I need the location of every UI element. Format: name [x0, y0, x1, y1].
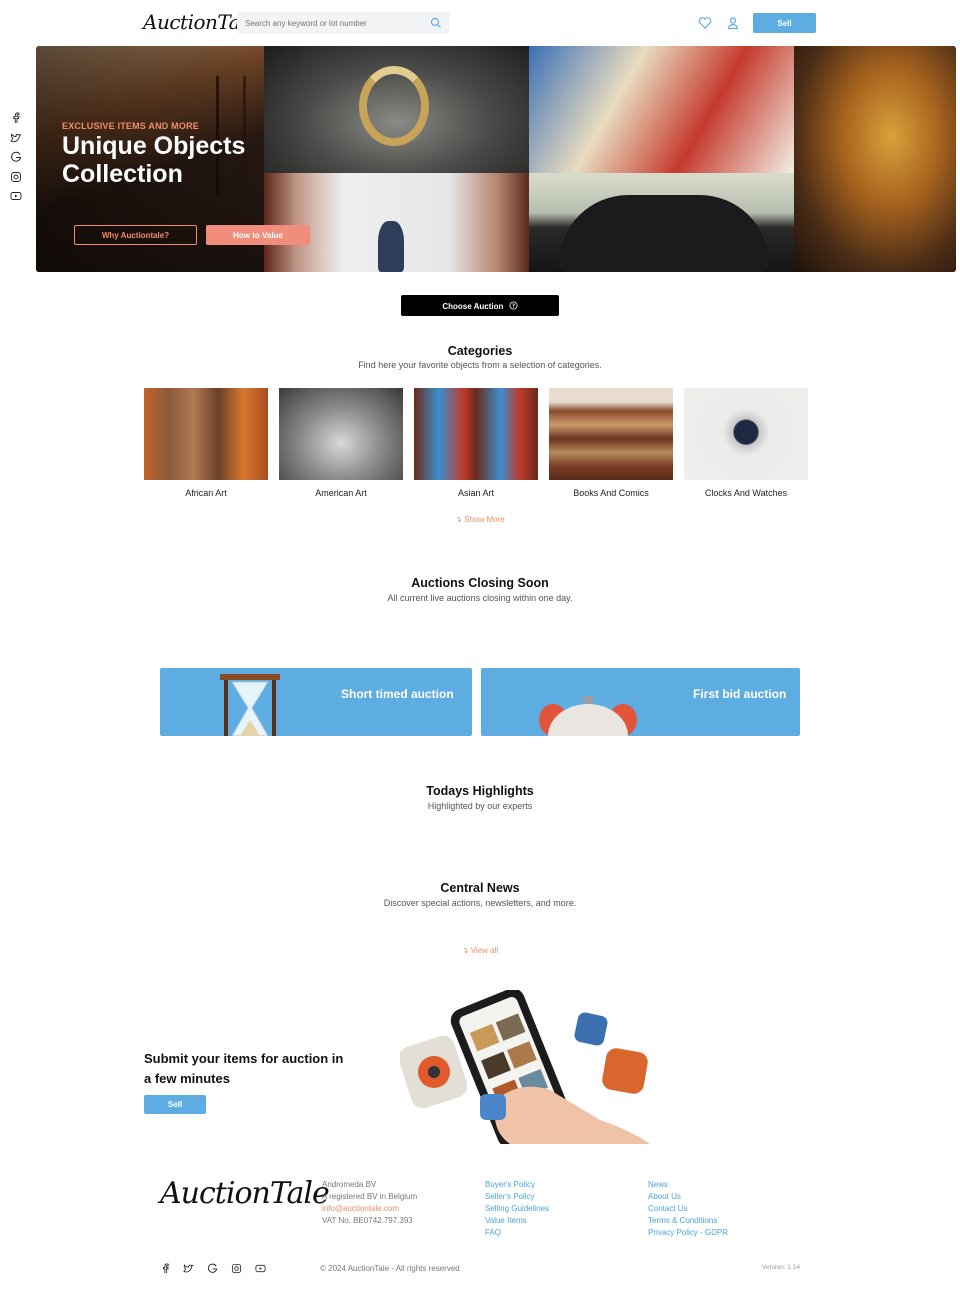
- hero-kicker: EXCLUSIVE ITEMS AND MORE: [62, 121, 199, 131]
- promo-sell-button[interactable]: Sell: [144, 1095, 206, 1114]
- card-label: Short timed auction: [341, 687, 454, 701]
- category-card-books-and-comics[interactable]: Books And Comics: [549, 388, 673, 498]
- company-registration: A registered BV in Belgium: [322, 1192, 418, 1201]
- footer-link-faq[interactable]: FAQ: [485, 1227, 549, 1239]
- header-sell-button[interactable]: Sell: [753, 13, 816, 33]
- social-rail: [10, 112, 24, 210]
- youtube-icon[interactable]: [10, 190, 22, 202]
- categories-title: Categories: [447, 344, 513, 358]
- instagram-icon[interactable]: [231, 1263, 242, 1274]
- category-image: [684, 388, 808, 480]
- closing-subtitle: All current live auctions closing within…: [387, 593, 573, 603]
- why-auctiontale-button[interactable]: Why Auctiontale?: [74, 225, 197, 245]
- hourglass-icon: [220, 674, 280, 736]
- footer-link-news[interactable]: News: [648, 1179, 728, 1191]
- news-subtitle: Discover special actions, newsletters, a…: [383, 898, 577, 908]
- footer-links-policy: Buyer's Policy Seller's Policy Selling G…: [485, 1179, 549, 1239]
- arrow-down-right-icon: ↴: [461, 946, 469, 955]
- phone-app-illustration: [400, 990, 650, 1144]
- category-card-clocks-and-watches[interactable]: Clocks And Watches: [684, 388, 808, 498]
- instagram-icon[interactable]: [10, 171, 22, 183]
- footer-logo[interactable]: AuctionTale: [160, 1176, 330, 1211]
- promo-title: Submit your items for auction in a few m…: [144, 1051, 344, 1086]
- footer-link-contact-us[interactable]: Contact Us: [648, 1203, 728, 1215]
- news-title: Central News: [440, 881, 520, 895]
- arrow-down-right-icon: ↴: [455, 515, 462, 524]
- category-image: [414, 388, 538, 480]
- footer-link-terms[interactable]: Terms & Conditions: [648, 1215, 728, 1227]
- search-input[interactable]: [245, 12, 425, 34]
- hero-image-car: [529, 173, 794, 272]
- card-label: First bid auction: [693, 687, 787, 701]
- category-label: Clocks And Watches: [704, 488, 788, 498]
- version-text: Version: 1.14: [762, 1264, 800, 1271]
- user-icon[interactable]: [726, 16, 740, 30]
- hero-image-statue: [794, 46, 956, 272]
- facebook-icon[interactable]: [160, 1263, 171, 1274]
- footer-link-sellers-policy[interactable]: Seller's Policy: [485, 1191, 549, 1203]
- category-card-american-art[interactable]: American Art: [279, 388, 403, 498]
- choose-auction-button[interactable]: Choose Auction ?: [401, 295, 559, 316]
- footer-company-info: Andromeda BV A registered BV in Belgium …: [322, 1179, 417, 1227]
- company-vat: VAT No. BE0742.797.393: [322, 1216, 413, 1225]
- footer-link-value-items[interactable]: Value Items: [485, 1215, 549, 1227]
- hero-banner: EXCLUSIVE ITEMS AND MORE Unique Objects …: [36, 46, 956, 272]
- help-icon: ?: [509, 300, 518, 309]
- twitter-icon[interactable]: [183, 1263, 194, 1274]
- hero-title: Unique Objects Collection: [62, 132, 246, 188]
- choose-auction-label: Choose Auction: [442, 301, 504, 311]
- alarm-clock-icon: [539, 696, 637, 736]
- categories-subtitle: Find here your favorite objects from a s…: [358, 360, 602, 370]
- hero-image-posters: [529, 46, 794, 173]
- first-bid-auction-card[interactable]: First bid auction: [481, 668, 800, 736]
- highlights-subtitle: Highlighted by our experts: [427, 801, 533, 811]
- show-more-link[interactable]: ↴ Show More: [0, 515, 960, 524]
- category-image: [549, 388, 673, 480]
- company-name: Andromeda BV: [322, 1180, 377, 1189]
- footer-link-buyers-policy[interactable]: Buyer's Policy: [485, 1179, 549, 1191]
- heart-icon[interactable]: [698, 16, 712, 30]
- search-icon[interactable]: [430, 17, 442, 29]
- youtube-icon[interactable]: [255, 1263, 266, 1274]
- how-to-value-button[interactable]: How to Value: [206, 225, 310, 245]
- footer-link-selling-guidelines[interactable]: Selling Guidelines: [485, 1203, 549, 1215]
- category-card-african-art[interactable]: African Art: [144, 388, 268, 498]
- view-all-link[interactable]: ↴ View all: [0, 946, 960, 955]
- category-image: [279, 388, 403, 480]
- facebook-icon[interactable]: [10, 112, 22, 124]
- category-label: American Art: [315, 488, 367, 498]
- category-label: Books And Comics: [573, 488, 649, 498]
- footer-links-info: News About Us Contact Us Terms & Conditi…: [648, 1179, 728, 1239]
- category-label: African Art: [185, 488, 227, 498]
- closing-title: Auctions Closing Soon: [411, 576, 549, 590]
- svg-text:?: ?: [512, 303, 515, 309]
- twitter-icon[interactable]: [10, 132, 22, 144]
- footer-link-about-us[interactable]: About Us: [648, 1191, 728, 1203]
- footer-link-privacy[interactable]: Privacy Policy - GDPR: [648, 1227, 728, 1239]
- category-card-asian-art[interactable]: Asian Art: [414, 388, 538, 498]
- search-bar[interactable]: [237, 12, 450, 34]
- google-icon[interactable]: [10, 151, 22, 163]
- short-timed-auction-card[interactable]: Short timed auction: [160, 668, 472, 736]
- copyright-text: © 2024 AuctionTale - All rights reserved: [320, 1264, 460, 1273]
- company-email-link[interactable]: info@auctiontale.com: [322, 1203, 417, 1215]
- google-icon[interactable]: [207, 1263, 218, 1274]
- category-image: [144, 388, 268, 480]
- highlights-title: Todays Highlights: [426, 784, 534, 798]
- category-label: Asian Art: [457, 488, 495, 498]
